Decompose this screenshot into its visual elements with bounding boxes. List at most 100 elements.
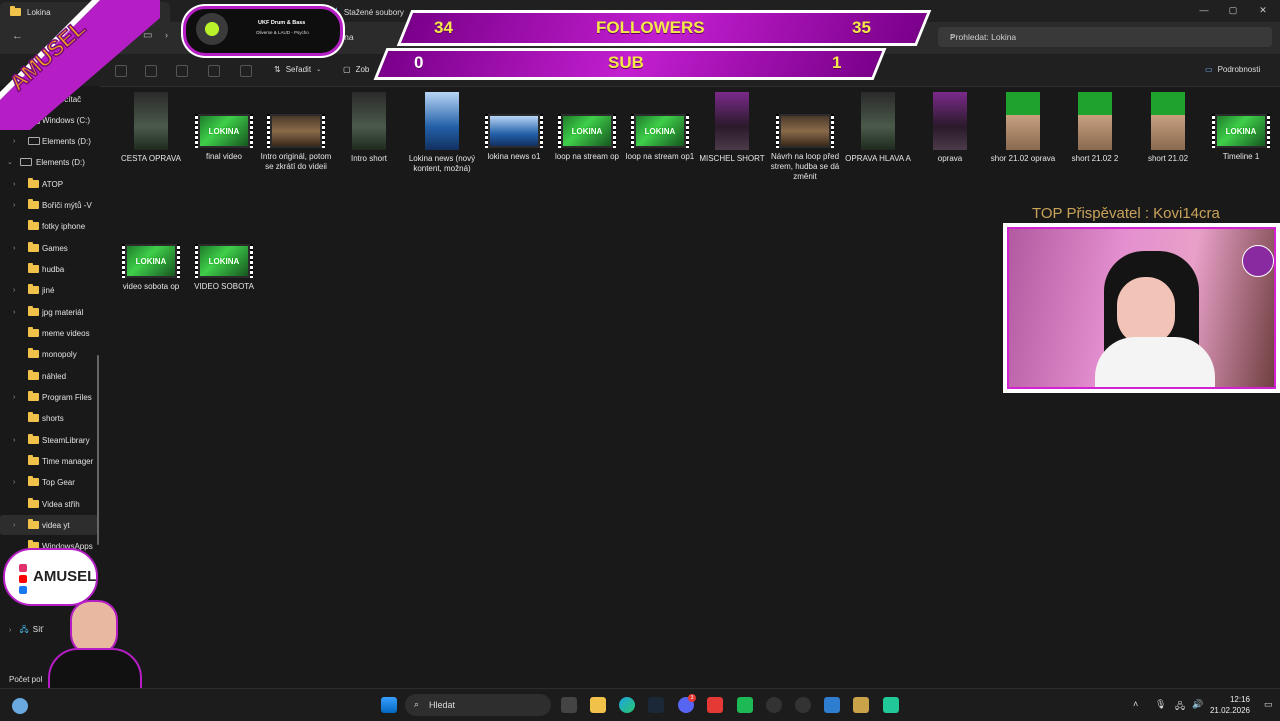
search-input[interactable]: Prohledat: Lokina ⌕ bbox=[938, 27, 1272, 47]
sub-goal: 1 bbox=[832, 53, 842, 72]
thumbnail-image bbox=[272, 116, 320, 146]
sidebar-item-fotky-iphone[interactable]: fotky iphone bbox=[0, 216, 98, 236]
chevron-right-icon[interactable]: › bbox=[13, 394, 15, 401]
folder-icon bbox=[28, 306, 39, 316]
view-button[interactable]: ▢ Zob bbox=[343, 65, 369, 74]
file-item[interactable]: Intro short bbox=[333, 92, 405, 164]
chevron-right-icon[interactable]: › bbox=[13, 437, 15, 444]
sort-button[interactable]: ⇅ Seřadit ⌄ bbox=[274, 65, 321, 74]
chevron-right-icon[interactable]: › bbox=[13, 287, 15, 294]
details-pane-icon: ▭ bbox=[1205, 65, 1213, 74]
sidebar-item-atop[interactable]: › ATOP bbox=[0, 174, 98, 194]
volume-icon[interactable]: 🔊 bbox=[1192, 699, 1203, 710]
file-item[interactable]: video sobota op bbox=[115, 222, 187, 292]
close-button[interactable]: ✕ bbox=[1255, 3, 1271, 17]
sidebar-item-elements-d-[interactable]: ⌄ Elements (D:) bbox=[0, 152, 98, 172]
clock[interactable]: 12:16 21.02.2026 bbox=[1210, 694, 1250, 716]
file-item[interactable]: Timeline 1 bbox=[1205, 92, 1277, 162]
obs-icon[interactable] bbox=[766, 697, 782, 713]
sidebar-item-label: monopoly bbox=[42, 349, 77, 359]
file-item[interactable]: short 21.02 2 bbox=[1059, 92, 1131, 164]
sidebar-item-monopoly[interactable]: monopoly bbox=[0, 344, 98, 364]
notification-icon[interactable]: ▭ bbox=[1264, 699, 1273, 710]
chevron-right-icon[interactable]: › bbox=[13, 309, 15, 316]
sidebar-item-top-gear[interactable]: › Top Gear bbox=[0, 472, 98, 492]
chevron-right-icon[interactable]: › bbox=[13, 522, 15, 529]
youtube-icon bbox=[19, 575, 27, 583]
chevron-right-icon[interactable]: › bbox=[13, 202, 15, 209]
sidebar-item-jin-[interactable]: › jiné bbox=[0, 280, 98, 300]
rename-icon[interactable] bbox=[176, 65, 188, 77]
sidebar-item-elements-d-[interactable]: › Elements (D:) bbox=[0, 131, 98, 151]
app-icon[interactable] bbox=[737, 697, 753, 713]
sidebar-item-bo-i-i-m-t-v[interactable]: › Bořiči mýtů -V bbox=[0, 195, 98, 215]
followers-current: 34 bbox=[434, 18, 453, 37]
file-item[interactable]: loop na stream op1 bbox=[624, 92, 696, 162]
sidebar-item-videa-st-ih[interactable]: Videa střih bbox=[0, 494, 98, 514]
sidebar-item-meme-videos[interactable]: meme videos bbox=[0, 323, 98, 343]
taskbar: ⌕ Hledat 3 ˄ 🎙 🖧 🔊 12:16 21.02.2026 ▭ bbox=[0, 688, 1280, 721]
app3-icon[interactable] bbox=[883, 697, 899, 713]
maximize-button[interactable]: ▢ bbox=[1225, 3, 1241, 17]
file-explorer-icon[interactable] bbox=[590, 697, 606, 713]
sidebar-item-label: SteamLibrary bbox=[42, 435, 90, 445]
edge-icon[interactable] bbox=[619, 697, 635, 713]
sidebar-item-jpg-materi-l[interactable]: › jpg materiál bbox=[0, 302, 98, 322]
sidebar-item-hudba[interactable]: hudba bbox=[0, 259, 98, 279]
sidebar-item-games[interactable]: › Games bbox=[0, 238, 98, 258]
sidebar-scrollbar[interactable] bbox=[97, 355, 99, 545]
sidebar-item-network[interactable]: › 🖧 Síť bbox=[9, 624, 43, 638]
microphone-icon[interactable]: 🎙 bbox=[1155, 699, 1166, 710]
file-item[interactable]: shor 21.02 oprava bbox=[987, 92, 1059, 164]
file-item[interactable]: Lokina news (nový kontent, možná) bbox=[406, 92, 478, 174]
share-icon[interactable] bbox=[208, 65, 220, 77]
chevron-down-icon[interactable]: ⌄ bbox=[7, 158, 13, 166]
file-item[interactable]: VIDEO SOBOTA bbox=[188, 222, 260, 292]
file-item[interactable]: Intro originál, potom se zkrátí do videi… bbox=[260, 92, 332, 172]
sidebar-item-shorts[interactable]: shorts bbox=[0, 408, 98, 428]
notepad-icon[interactable] bbox=[824, 697, 840, 713]
network-icon[interactable]: 🖧 bbox=[1175, 699, 1185, 715]
file-name: short 21.02 2 bbox=[1071, 154, 1119, 163]
file-item[interactable]: oprava bbox=[914, 92, 986, 164]
file-item[interactable]: short 21.02 bbox=[1132, 92, 1204, 164]
task-view-icon[interactable] bbox=[561, 697, 577, 713]
file-item[interactable]: final video bbox=[188, 92, 260, 162]
weather-icon[interactable] bbox=[12, 698, 28, 714]
file-name: short 21.02 bbox=[1147, 154, 1189, 163]
chevron-right-icon[interactable]: › bbox=[13, 138, 15, 145]
start-icon[interactable] bbox=[381, 697, 397, 713]
sidebar-item-n-hled[interactable]: náhled bbox=[0, 366, 98, 386]
file-item[interactable]: Návrh na loop před strem, hudba se dá zm… bbox=[769, 92, 841, 182]
folder-icon bbox=[28, 519, 39, 529]
video-thumbnail bbox=[425, 92, 459, 150]
file-item[interactable]: MISCHEL SHORT bbox=[696, 92, 768, 164]
chevron-right-icon[interactable]: › bbox=[13, 181, 15, 188]
thumbnail-image bbox=[563, 116, 611, 146]
app2-icon[interactable] bbox=[853, 697, 869, 713]
chevron-right-icon[interactable]: › bbox=[13, 245, 15, 252]
streamer-avatar bbox=[42, 600, 142, 692]
minimize-button[interactable]: — bbox=[1196, 3, 1212, 17]
sidebar-item-program-files[interactable]: › Program Files bbox=[0, 387, 98, 407]
file-item[interactable]: loop na stream op bbox=[551, 92, 623, 162]
youtube-icon[interactable] bbox=[707, 697, 723, 713]
steam-icon[interactable] bbox=[648, 697, 664, 713]
thumbnail-image bbox=[1078, 92, 1112, 150]
details-button[interactable]: ▭ Podrobnosti bbox=[1205, 65, 1260, 74]
taskbar-search[interactable]: ⌕ Hledat bbox=[405, 694, 551, 716]
sidebar-item-steamlibrary[interactable]: › SteamLibrary bbox=[0, 430, 98, 450]
streamlabs-icon[interactable] bbox=[795, 697, 811, 713]
file-item[interactable]: lokina news o1 bbox=[478, 92, 550, 162]
delete-icon[interactable] bbox=[240, 65, 252, 77]
video-thumbnail bbox=[776, 114, 834, 148]
sidebar-item-videa-yt[interactable]: › videa yt bbox=[0, 515, 98, 535]
video-thumbnail bbox=[1078, 92, 1112, 150]
chevron-right-icon[interactable]: › bbox=[165, 30, 168, 40]
file-item[interactable]: OPRAVA HLAVA A bbox=[842, 92, 914, 164]
sort-label: Seřadit bbox=[285, 65, 312, 74]
chevron-up-icon[interactable]: ˄ bbox=[1133, 699, 1138, 709]
thumbnail-image bbox=[127, 246, 175, 276]
chevron-right-icon[interactable]: › bbox=[13, 479, 15, 486]
sidebar-item-time-manager[interactable]: Time manager bbox=[0, 451, 98, 471]
